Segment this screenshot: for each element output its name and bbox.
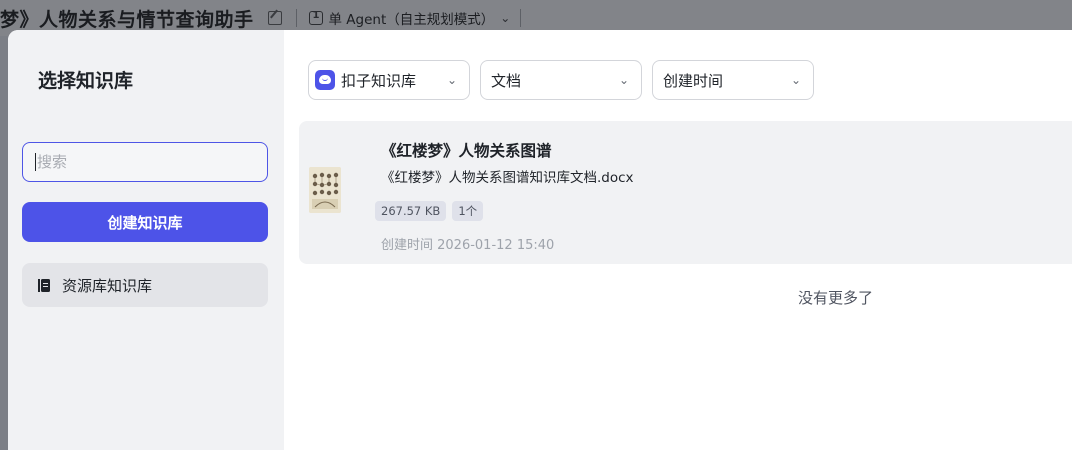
document-created-time: 创建时间 2026-01-12 15:40 bbox=[381, 238, 555, 253]
sort-filter-value: 创建时间 bbox=[663, 71, 724, 90]
edit-icon[interactable] bbox=[267, 11, 282, 25]
chevron-down-icon: ⌄ bbox=[790, 73, 801, 87]
list-end-message: 没有更多了 bbox=[798, 289, 874, 307]
chevron-down-icon: ⌄ bbox=[500, 11, 511, 25]
sidebar-item-label: 资源库知识库 bbox=[62, 276, 153, 295]
sidebar-item-resource-library[interactable]: 资源库知识库 bbox=[22, 263, 268, 307]
document-tags: 267.57 KB 1个 bbox=[375, 201, 484, 221]
search-field[interactable] bbox=[22, 142, 268, 182]
sort-filter-select[interactable]: 创建时间 ⌄ bbox=[652, 60, 814, 100]
document-thumbnail bbox=[309, 167, 341, 213]
document-card[interactable]: 《红楼梦》人物关系图谱 《红楼梦》人物关系图谱知识库文档.docx 267.57… bbox=[299, 121, 1072, 264]
chevron-down-icon: ⌄ bbox=[618, 73, 629, 87]
text-caret bbox=[35, 153, 36, 171]
filter-bar: 扣子知识库 ⌄ 文档 ⌄ 创建时间 ⌄ bbox=[308, 60, 814, 100]
type-filter-select[interactable]: 文档 ⌄ bbox=[480, 60, 642, 100]
coze-logo-icon bbox=[315, 70, 335, 90]
main-panel: 扣子知识库 ⌄ 文档 ⌄ 创建时间 ⌄ 《红楼梦》人物关系图谱 《红楼梦》人物关… bbox=[284, 30, 1072, 450]
bot-title: 梦》人物关系与情节查询助手 bbox=[0, 8, 254, 31]
header-divider bbox=[520, 9, 522, 27]
document-title: 《红楼梦》人物关系图谱 bbox=[381, 142, 552, 160]
source-filter-select[interactable]: 扣子知识库 ⌄ bbox=[308, 60, 470, 100]
library-icon bbox=[38, 278, 50, 292]
file-size-badge: 267.57 KB bbox=[375, 201, 447, 221]
agent-mode-selector[interactable]: 单 Agent（自主规划模式） ⌄ bbox=[308, 8, 511, 28]
agent-mode-label: 单 Agent（自主规划模式） bbox=[328, 12, 495, 28]
type-filter-value: 文档 bbox=[491, 71, 522, 90]
agent-mode-icon bbox=[308, 10, 323, 25]
search-input[interactable] bbox=[36, 153, 267, 171]
file-count-badge: 1个 bbox=[452, 201, 484, 221]
create-knowledge-button[interactable]: 创建知识库 bbox=[22, 202, 268, 242]
sidebar: 选择知识库 创建知识库 资源库知识库 bbox=[8, 30, 284, 450]
knowledge-picker-modal: 选择知识库 创建知识库 资源库知识库 扣子知识库 ⌄ 文档 ⌄ bbox=[8, 30, 1072, 450]
source-filter-value: 扣子知识库 bbox=[341, 71, 417, 90]
header-divider bbox=[295, 9, 297, 27]
chevron-down-icon: ⌄ bbox=[446, 73, 457, 87]
document-filename: 《红楼梦》人物关系图谱知识库文档.docx bbox=[381, 170, 634, 186]
sidebar-title: 选择知识库 bbox=[38, 70, 134, 92]
